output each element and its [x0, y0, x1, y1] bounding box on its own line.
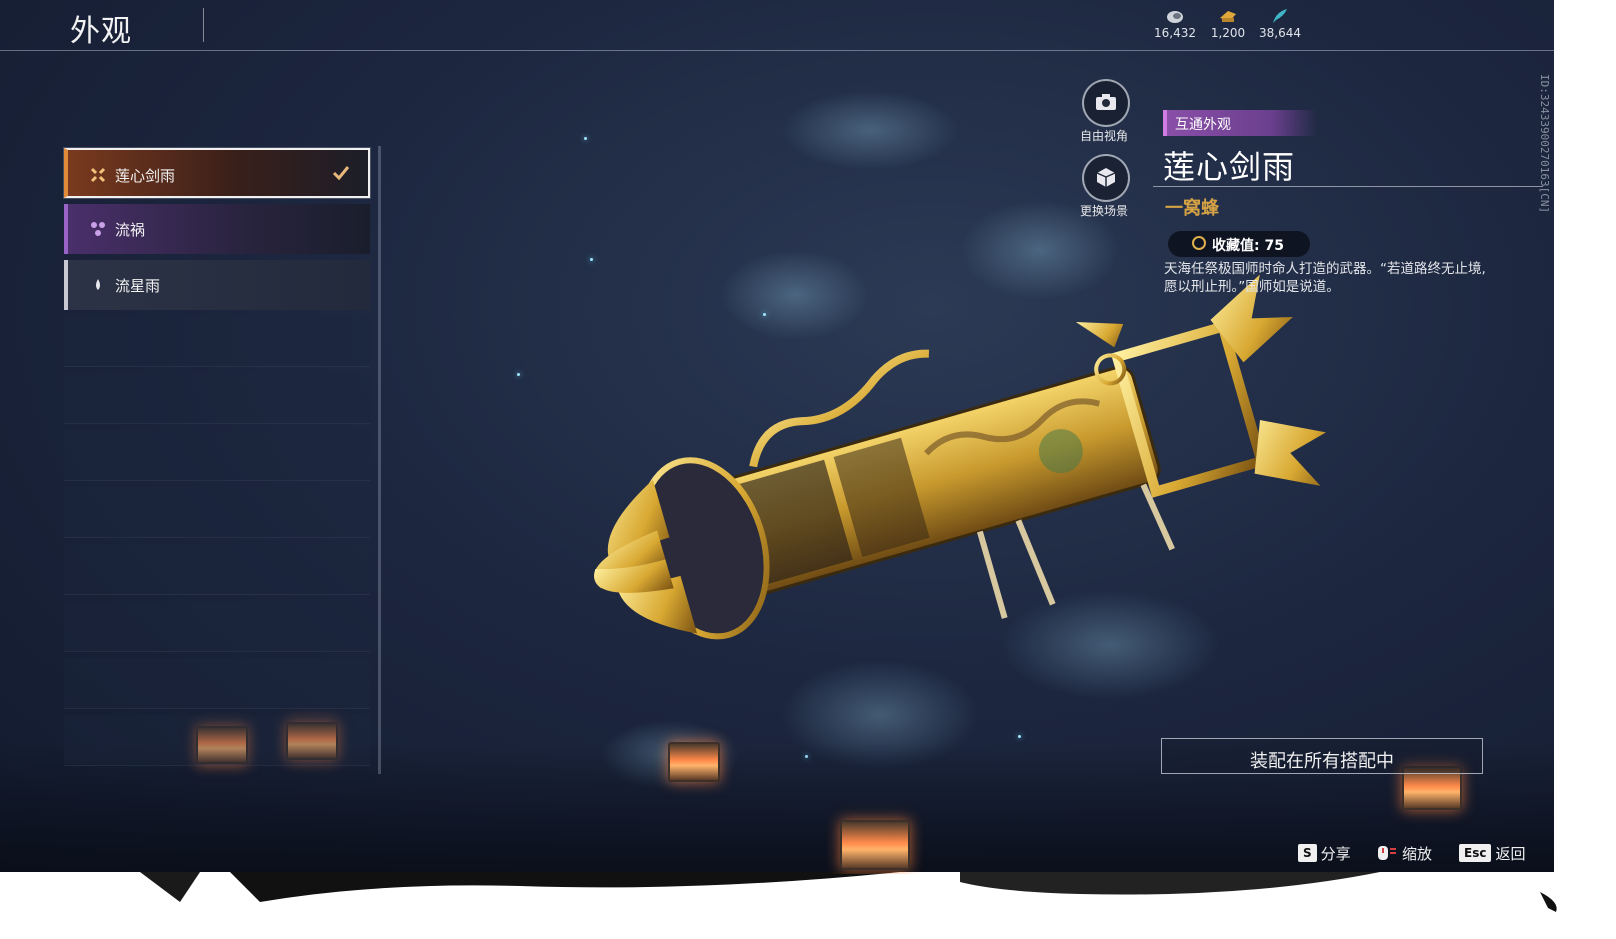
- name-divider: [1153, 186, 1543, 187]
- currency-ticket-value: 1,200: [1210, 26, 1246, 40]
- player-id: ID:3243390027016З[CN]: [1538, 74, 1551, 214]
- list-item-liuhuo[interactable]: 流祸: [64, 204, 370, 254]
- cube-icon: [1096, 168, 1116, 187]
- mouse-wheel-icon: [1378, 846, 1396, 860]
- back-hint[interactable]: Esc 返回: [1459, 843, 1525, 865]
- change-scene-label: 更换场景: [1079, 204, 1128, 218]
- back-label: 返回: [1495, 845, 1526, 863]
- lantern: [840, 820, 910, 870]
- list-scrollbar[interactable]: [378, 146, 381, 774]
- sparkle: [1018, 735, 1021, 738]
- esc-key: Esc: [1459, 844, 1492, 862]
- equip-all-label: 装配在所有搭配中: [1250, 751, 1394, 772]
- feather-icon: [1273, 9, 1287, 23]
- ink-decoration: [0, 872, 1616, 939]
- cloud: [780, 90, 960, 170]
- free-camera-button[interactable]: [1082, 79, 1130, 127]
- empty-slot: [64, 601, 370, 652]
- currency-coin: 16,432: [1149, 8, 1201, 40]
- collection-value-badge: 收藏值: 75: [1168, 231, 1310, 257]
- empty-slot: [64, 430, 370, 481]
- check-icon: [332, 166, 350, 181]
- tag-label: 互通外观: [1175, 117, 1231, 133]
- appearance-list: 莲心剑雨 流祸 流星雨: [64, 146, 374, 776]
- currency-feather-value: 38,644: [1259, 26, 1301, 40]
- weapon-model[interactable]: [540, 250, 1340, 680]
- empty-slot: [64, 715, 370, 766]
- lotus-icon: [90, 167, 106, 183]
- collection-value: 收藏值: 75: [1212, 238, 1284, 254]
- cross-platform-tag: 互通外观: [1163, 110, 1317, 136]
- lantern: [668, 742, 720, 782]
- collection-icon: [1192, 236, 1206, 250]
- currency-coin-value: 16,432: [1154, 26, 1196, 40]
- list-item-label: 流祸: [115, 221, 146, 239]
- list-item-label: 流星雨: [115, 277, 161, 295]
- zoom-label: 缩放: [1402, 845, 1433, 863]
- change-scene-button[interactable]: [1082, 154, 1130, 202]
- coin-icon: [1167, 11, 1183, 23]
- top-bar: 外观 16,432 1,200 38,644: [0, 0, 1554, 51]
- ticket-icon: [1220, 11, 1236, 22]
- empty-slot: [64, 658, 370, 709]
- list-item-meteor[interactable]: 流星雨: [64, 260, 370, 310]
- list-item-lotus[interactable]: 莲心剑雨: [64, 148, 370, 198]
- list-item-label: 莲心剑雨: [115, 167, 176, 185]
- camera-icon: [1096, 94, 1116, 110]
- drop-icon: [96, 279, 100, 290]
- sparkle: [584, 137, 587, 140]
- empty-slot: [64, 373, 370, 424]
- share-key: S: [1298, 844, 1317, 862]
- sparkle: [517, 373, 520, 376]
- item-description: 天海任祭极国师时命人打造的武器。“若道路终无止境,愿以刑止刑。”国师如是说道。: [1164, 261, 1486, 295]
- share-label: 分享: [1320, 845, 1351, 863]
- item-subtitle: 一窝蜂: [1165, 198, 1219, 219]
- equip-all-button[interactable]: 装配在所有搭配中: [1161, 738, 1483, 774]
- empty-slot: [64, 544, 370, 595]
- trefoil-icon: [91, 222, 105, 236]
- zoom-hint[interactable]: 缩放: [1376, 843, 1432, 865]
- title-divider: [203, 8, 204, 42]
- item-name: 莲心剑雨: [1163, 148, 1296, 186]
- page-title: 外观: [70, 14, 132, 49]
- currency-feather: 38,644: [1254, 8, 1306, 40]
- empty-slot: [64, 487, 370, 538]
- sparkle: [805, 755, 808, 758]
- free-camera-label: 自由视角: [1079, 129, 1128, 143]
- share-hint[interactable]: S 分享: [1298, 843, 1351, 865]
- currency-ticket: 1,200: [1202, 8, 1254, 40]
- empty-slot: [64, 316, 370, 367]
